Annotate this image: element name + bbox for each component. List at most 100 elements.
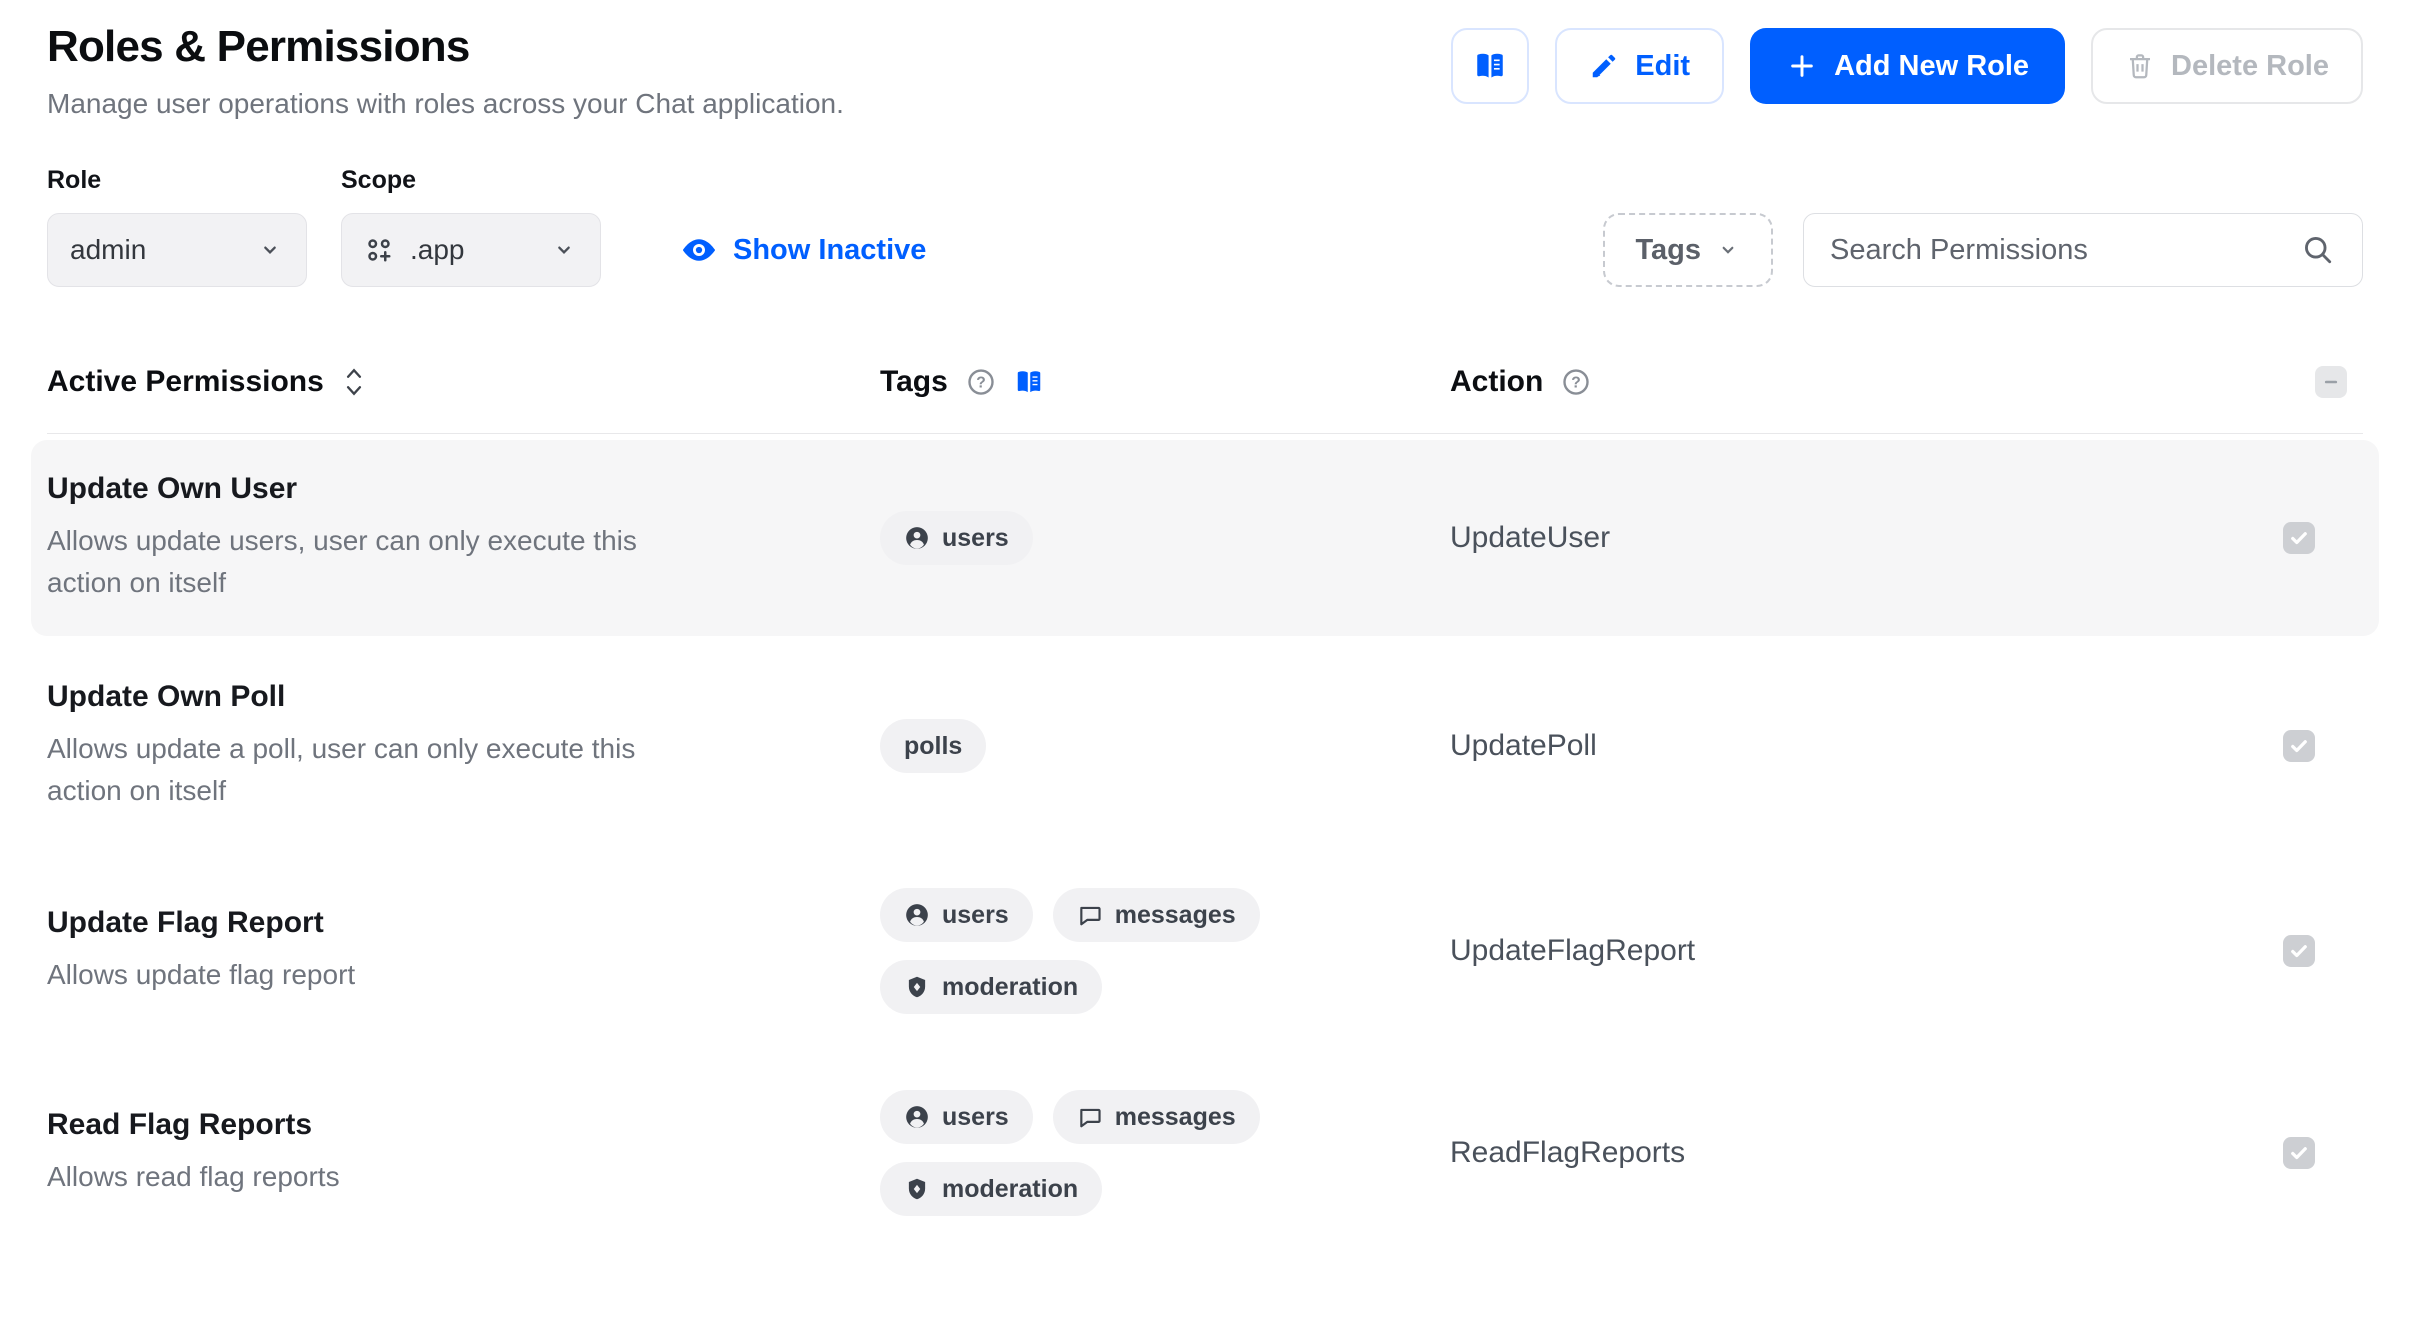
permission-description: Allows update flag report <box>47 959 356 990</box>
permission-action: UpdatePoll <box>1450 729 1597 762</box>
row-checkbox[interactable] <box>2283 935 2315 967</box>
header-toolbar: Edit Add New Role Delete Role <box>1451 22 2363 104</box>
column-active-permissions[interactable]: Active Permissions <box>47 365 880 399</box>
page-header: Roles & Permissions Manage user operatio… <box>47 0 2363 120</box>
permission-cell: Read Flag Reports Allows read flag repor… <box>47 1108 880 1198</box>
edit-role-label: Edit <box>1635 49 1691 82</box>
show-inactive-label: Show Inactive <box>733 233 927 266</box>
active-permissions-header-label: Active Permissions <box>47 365 324 398</box>
search-permissions-input[interactable] <box>1830 233 2300 267</box>
scope-select[interactable]: .app <box>341 213 601 287</box>
message-icon <box>1077 1104 1103 1130</box>
permissions-table-body: Update Own User Allows update users, use… <box>31 434 2379 1254</box>
table-row[interactable]: Update Flag Report Allows update flag re… <box>47 850 2363 1052</box>
permission-action: UpdateFlagReport <box>1450 934 1696 967</box>
scope-filter-group: Scope .app <box>341 166 601 287</box>
search-permissions-box <box>1803 213 2363 287</box>
permission-name: Update Own User <box>47 472 298 505</box>
permission-tags: users <box>880 511 1450 565</box>
tag-chip[interactable]: moderation <box>880 1162 1103 1216</box>
permission-description: Allows update a poll, user can only exec… <box>47 733 636 806</box>
row-checkbox[interactable] <box>2283 522 2315 554</box>
role-filter-label: Role <box>47 166 102 194</box>
svg-text:?: ? <box>1572 375 1582 392</box>
tag-chip[interactable]: users <box>880 1090 1033 1144</box>
user-icon <box>904 902 930 928</box>
search-icon <box>2300 232 2336 268</box>
tag-chip-label: users <box>942 523 1009 552</box>
select-all-checkbox[interactable] <box>2315 366 2347 398</box>
tag-chip-label: messages <box>1114 1102 1236 1131</box>
delete-role-label: Delete Role <box>2171 49 2329 82</box>
page-header-text: Roles & Permissions Manage user operatio… <box>47 22 844 120</box>
user-icon <box>904 1104 930 1130</box>
permission-tags: polls <box>880 719 1450 773</box>
role-select[interactable]: admin <box>47 213 307 287</box>
book-icon <box>1473 49 1507 83</box>
action-header-label: Action <box>1450 365 1544 398</box>
permission-action: ReadFlagReports <box>1450 1136 1686 1169</box>
column-action: Action ? <box>1450 365 2270 399</box>
docs-button[interactable] <box>1451 28 1530 104</box>
checked-checkbox-icon <box>2283 522 2315 554</box>
checked-checkbox-icon <box>2283 935 2315 967</box>
book-icon[interactable] <box>1014 367 1044 397</box>
page-subtitle: Manage user operations with roles across… <box>47 88 844 119</box>
eye-icon <box>681 232 717 268</box>
indeterminate-checkbox-icon <box>2315 366 2347 398</box>
tag-chip[interactable]: messages <box>1052 1090 1260 1144</box>
permission-name: Update Own Poll <box>47 680 286 713</box>
permission-description: Allows read flag reports <box>47 1161 340 1192</box>
tag-chip[interactable]: users <box>880 888 1033 942</box>
add-new-role-button[interactable]: Add New Role <box>1750 28 2066 104</box>
scope-select-value: .app <box>410 234 465 265</box>
permission-name: Update Flag Report <box>47 906 324 939</box>
checked-checkbox-icon <box>2283 1137 2315 1169</box>
permission-tags: users messages moderation <box>880 888 1450 1014</box>
show-inactive-toggle[interactable]: Show Inactive <box>681 213 926 287</box>
trash-icon <box>2125 51 2155 81</box>
checked-checkbox-icon <box>2283 730 2315 762</box>
tag-chip[interactable]: moderation <box>880 960 1103 1014</box>
role-filter-group: Role admin <box>47 166 307 287</box>
delete-role-button[interactable]: Delete Role <box>2091 28 2363 104</box>
tags-filter-dropdown[interactable]: Tags <box>1603 213 1773 287</box>
table-row[interactable]: Update Own User Allows update users, use… <box>31 434 2379 642</box>
message-icon <box>1077 902 1103 928</box>
permission-action: UpdateUser <box>1450 521 1611 554</box>
chevron-down-icon <box>256 236 284 264</box>
permission-name: Read Flag Reports <box>47 1108 313 1141</box>
permission-cell: Update Flag Report Allows update flag re… <box>47 906 880 996</box>
tag-chip[interactable]: polls <box>880 719 987 773</box>
tag-chip-label: messages <box>1114 900 1236 929</box>
roles-permissions-page: Roles & Permissions Manage user operatio… <box>0 0 2410 1324</box>
shield-icon <box>904 974 930 1000</box>
row-checkbox[interactable] <box>2283 730 2315 762</box>
tag-chip-label: users <box>942 900 1009 929</box>
table-header: Active Permissions Tags ? Action ? <box>47 365 2363 434</box>
help-icon[interactable]: ? <box>966 367 996 397</box>
column-tags: Tags ? <box>880 365 1450 399</box>
tag-chip-label: moderation <box>942 972 1079 1001</box>
add-new-role-label: Add New Role <box>1834 49 2030 82</box>
scope-filter-label: Scope <box>341 166 417 194</box>
svg-text:?: ? <box>976 375 986 392</box>
apps-scope-icon <box>364 235 394 265</box>
edit-role-button[interactable]: Edit <box>1555 28 1725 104</box>
help-icon[interactable]: ? <box>1561 367 1591 397</box>
tags-header-label: Tags <box>880 365 948 398</box>
shield-icon <box>904 1176 930 1202</box>
tag-chip[interactable]: users <box>880 511 1033 565</box>
sort-icon[interactable] <box>342 365 366 399</box>
tag-chip[interactable]: messages <box>1052 888 1260 942</box>
pencil-icon <box>1589 51 1619 81</box>
row-checkbox[interactable] <box>2283 1137 2315 1169</box>
permission-description: Allows update users, user can only execu… <box>47 525 637 598</box>
table-row[interactable]: Read Flag Reports Allows read flag repor… <box>47 1052 2363 1254</box>
tag-chip-label: users <box>942 1102 1009 1131</box>
table-row[interactable]: Update Own Poll Allows update a poll, us… <box>47 642 2363 850</box>
permission-tags: users messages moderation <box>880 1090 1450 1216</box>
chevron-down-icon <box>1715 237 1741 263</box>
permission-cell: Update Own Poll Allows update a poll, us… <box>47 680 880 812</box>
chevron-down-icon <box>550 236 578 264</box>
